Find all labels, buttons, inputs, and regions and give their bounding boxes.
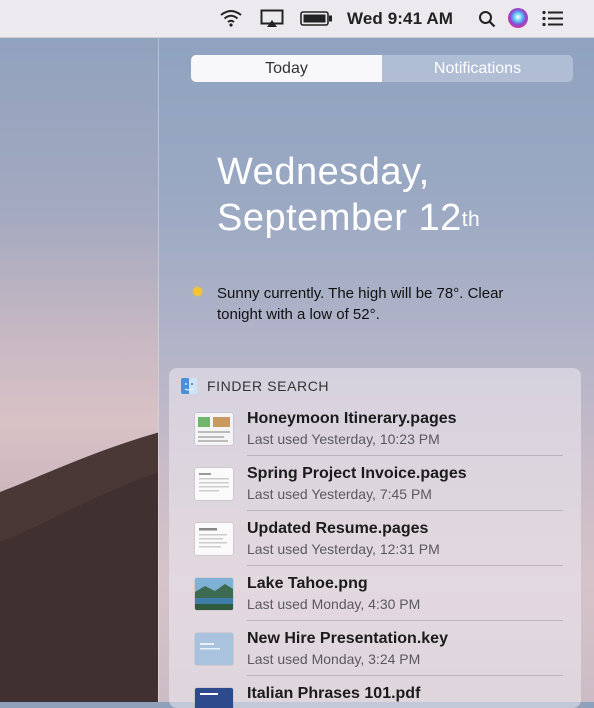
finder-search-widget: FINDER SEARCH Honeymoon Itinerary.pages … bbox=[169, 368, 581, 708]
finder-result-row[interactable]: Italian Phrases 101.pdf bbox=[169, 676, 581, 708]
wifi-icon[interactable] bbox=[219, 8, 243, 28]
finder-search-results: Honeymoon Itinerary.pages Last used Yest… bbox=[169, 401, 581, 708]
desktop-wallpaper bbox=[0, 0, 160, 702]
battery-icon[interactable] bbox=[300, 11, 333, 26]
tab-today[interactable]: Today bbox=[191, 55, 382, 82]
today-date-heading: Wednesday, September 12th bbox=[217, 149, 480, 241]
file-last-used: Last used Yesterday, 12:31 PM bbox=[247, 541, 440, 557]
file-last-used: Last used Yesterday, 7:45 PM bbox=[247, 486, 432, 502]
file-name: Updated Resume.pages bbox=[247, 520, 429, 537]
pages-document-thumbnail-icon bbox=[195, 523, 233, 555]
pdf-document-thumbnail-icon bbox=[195, 688, 233, 708]
file-name: Lake Tahoe.png bbox=[247, 575, 368, 592]
tab-notifications[interactable]: Notifications bbox=[382, 55, 573, 82]
menu-bar: Wed 9:41 AM bbox=[0, 0, 594, 38]
date-month-day: September 12th bbox=[217, 195, 480, 241]
file-last-used: Last used Monday, 3:24 PM bbox=[247, 651, 421, 667]
file-last-used: Last used Yesterday, 10:23 PM bbox=[247, 431, 440, 447]
airplay-icon[interactable] bbox=[260, 9, 284, 28]
finder-result-row[interactable]: Spring Project Invoice.pages Last used Y… bbox=[169, 456, 581, 511]
siri-icon[interactable] bbox=[507, 7, 529, 29]
date-weekday: Wednesday, bbox=[217, 151, 430, 193]
file-last-used: Last used Monday, 4:30 PM bbox=[247, 596, 421, 612]
pages-document-thumbnail-icon bbox=[195, 413, 233, 445]
notification-center-panel: Today Notifications Wednesday, September… bbox=[158, 37, 594, 708]
finder-result-row[interactable]: New Hire Presentation.key Last used Mond… bbox=[169, 621, 581, 676]
finder-icon bbox=[181, 378, 197, 394]
sun-icon bbox=[193, 287, 202, 296]
finder-search-title: FINDER SEARCH bbox=[207, 378, 330, 394]
image-thumbnail-icon bbox=[195, 578, 233, 610]
menubar-clock[interactable]: Wed 9:41 AM bbox=[347, 9, 453, 29]
today-notifications-segmented-control: Today Notifications bbox=[191, 55, 573, 82]
finder-result-row[interactable]: Honeymoon Itinerary.pages Last used Yest… bbox=[169, 401, 581, 456]
keynote-document-thumbnail-icon bbox=[195, 633, 233, 665]
weather-summary: Sunny currently. The high will be 78°. C… bbox=[217, 285, 504, 323]
file-name: Honeymoon Itinerary.pages bbox=[247, 410, 457, 427]
finder-result-row[interactable]: Updated Resume.pages Last used Yesterday… bbox=[169, 511, 581, 566]
search-icon[interactable] bbox=[478, 10, 496, 28]
date-month-day-text: September 12 bbox=[217, 197, 462, 239]
file-name: Spring Project Invoice.pages bbox=[247, 465, 467, 482]
pages-document-thumbnail-icon bbox=[195, 468, 233, 500]
finder-result-row[interactable]: Lake Tahoe.png Last used Monday, 4:30 PM bbox=[169, 566, 581, 621]
date-ordinal-suffix: th bbox=[461, 208, 481, 231]
finder-search-header: FINDER SEARCH bbox=[181, 376, 329, 396]
file-name: Italian Phrases 101.pdf bbox=[247, 685, 421, 702]
desert-dune-image bbox=[0, 432, 160, 702]
notification-center-icon[interactable] bbox=[542, 10, 564, 27]
file-name: New Hire Presentation.key bbox=[247, 630, 448, 647]
